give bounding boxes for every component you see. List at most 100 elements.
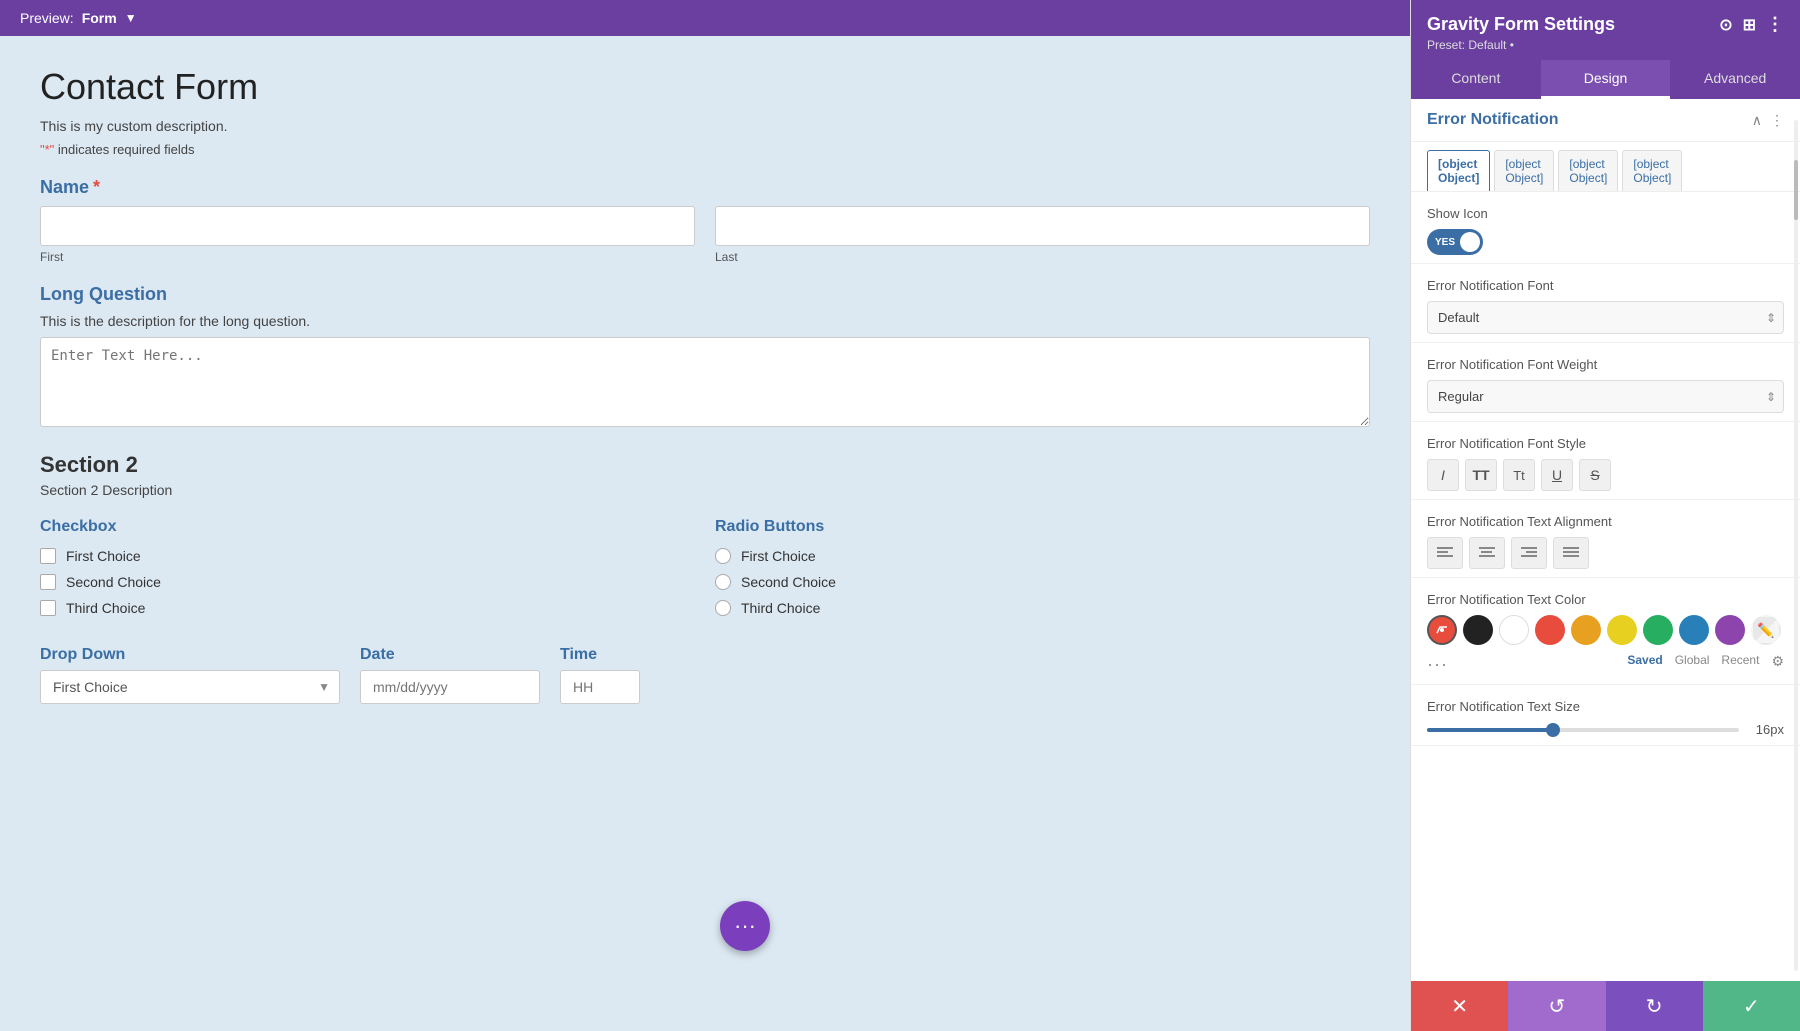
color-actions-row: ··· Saved Global Recent ⚙ bbox=[1427, 653, 1784, 676]
size-slider-thumb[interactable] bbox=[1546, 723, 1560, 737]
radio-col: Radio Buttons First Choice Second Choice… bbox=[715, 518, 1370, 626]
font-weight-select[interactable]: Regular bbox=[1427, 380, 1784, 413]
long-question-textarea[interactable] bbox=[40, 337, 1370, 427]
redo-icon: ↻ bbox=[1646, 994, 1663, 1019]
color-swatch-active[interactable] bbox=[1427, 615, 1457, 645]
text-alignment-field: Error Notification Text Alignment bbox=[1411, 500, 1800, 578]
font-style-strikethrough-btn[interactable]: S bbox=[1579, 459, 1611, 491]
settings-icon-target[interactable]: ⊙ bbox=[1719, 15, 1732, 35]
undo-button[interactable]: ↺ bbox=[1508, 981, 1605, 1031]
date-input[interactable] bbox=[360, 670, 540, 704]
toggle-wrap: YES bbox=[1427, 229, 1784, 255]
name-required-star: * bbox=[93, 177, 100, 198]
font-style-tt-btn[interactable]: TT bbox=[1465, 459, 1497, 491]
redo-button[interactable]: ↻ bbox=[1606, 981, 1703, 1031]
checkbox-choice-label-1: First Choice bbox=[66, 548, 141, 564]
color-tabs: Saved Global Recent ⚙ bbox=[1627, 653, 1784, 676]
object-tab-4[interactable]: [objectObject] bbox=[1622, 150, 1682, 191]
first-name-input[interactable] bbox=[40, 206, 695, 246]
required-star: "*" bbox=[40, 142, 54, 157]
color-tab-global[interactable]: Global bbox=[1675, 653, 1710, 670]
preview-dropdown-icon[interactable]: ▼ bbox=[125, 11, 137, 25]
error-notification-title: Error Notification bbox=[1427, 111, 1559, 129]
bottom-fields-row: Drop Down First Choice Second Choice Thi… bbox=[40, 646, 1370, 704]
color-swatch-white[interactable] bbox=[1499, 615, 1529, 645]
radio-choice-3: Third Choice bbox=[715, 600, 1370, 616]
settings-icon-more[interactable]: ⋮ bbox=[1766, 14, 1784, 35]
font-style-italic-btn[interactable]: I bbox=[1427, 459, 1459, 491]
section-collapse-icons: ∧ ⋮ bbox=[1752, 112, 1784, 129]
tab-design[interactable]: Design bbox=[1541, 60, 1671, 99]
scroll-thumb bbox=[1794, 160, 1798, 220]
color-tab-recent[interactable]: Recent bbox=[1721, 653, 1759, 670]
align-center-btn[interactable] bbox=[1469, 537, 1505, 569]
tab-advanced[interactable]: Advanced bbox=[1670, 60, 1800, 99]
object-tab-1[interactable]: [objectObject] bbox=[1427, 150, 1490, 191]
size-slider-track-wrap[interactable] bbox=[1427, 728, 1739, 732]
dropdown-wrap: First Choice Second Choice Third Choice … bbox=[40, 670, 340, 704]
align-right-btn[interactable] bbox=[1511, 537, 1547, 569]
undo-icon: ↺ bbox=[1548, 994, 1565, 1019]
color-swatch-orange[interactable] bbox=[1571, 615, 1601, 645]
color-swatch-yellow[interactable] bbox=[1607, 615, 1637, 645]
font-style-underline-btn[interactable]: U bbox=[1541, 459, 1573, 491]
color-tab-saved[interactable]: Saved bbox=[1627, 653, 1662, 670]
color-swatch-green[interactable] bbox=[1643, 615, 1673, 645]
first-name-wrap: First bbox=[40, 206, 695, 264]
checkbox-input-3[interactable] bbox=[40, 600, 56, 616]
time-input[interactable] bbox=[560, 670, 640, 704]
radio-choice-label-1: First Choice bbox=[741, 548, 816, 564]
section2-title: Section 2 bbox=[40, 452, 1370, 478]
settings-body: Error Notification ∧ ⋮ [objectObject] [o… bbox=[1411, 99, 1800, 1031]
font-style-field: Error Notification Font Style I TT Tt U … bbox=[1411, 422, 1800, 500]
checkbox-choice-label-3: Third Choice bbox=[66, 600, 145, 616]
radio-choice-label-2: Second Choice bbox=[741, 574, 836, 590]
dropdown-select[interactable]: First Choice Second Choice Third Choice bbox=[40, 670, 340, 704]
checkbox-radio-row: Checkbox First Choice Second Choice Thir… bbox=[40, 518, 1370, 626]
align-justify-btn[interactable] bbox=[1553, 537, 1589, 569]
name-input-row: First Last bbox=[40, 206, 1370, 264]
preview-label: Preview: bbox=[20, 10, 74, 26]
font-select-wrap: Default ⇕ bbox=[1427, 301, 1784, 334]
save-button[interactable]: ✓ bbox=[1703, 981, 1800, 1031]
radio-choice-2: Second Choice bbox=[715, 574, 1370, 590]
font-select[interactable]: Default bbox=[1427, 301, 1784, 334]
settings-title-row: Gravity Form Settings ⊙ ⊞ ⋮ bbox=[1427, 14, 1784, 35]
color-swatch-blue[interactable] bbox=[1679, 615, 1709, 645]
fab-button[interactable]: ··· bbox=[720, 901, 770, 951]
text-color-label: Error Notification Text Color bbox=[1427, 592, 1784, 607]
radio-input-2[interactable] bbox=[715, 574, 731, 590]
name-field-section: Name * First Last bbox=[40, 177, 1370, 264]
radio-input-3[interactable] bbox=[715, 600, 731, 616]
font-weight-label: Error Notification Font Weight bbox=[1427, 357, 1784, 372]
radio-input-1[interactable] bbox=[715, 548, 731, 564]
object-tab-2[interactable]: [objectObject] bbox=[1494, 150, 1554, 191]
text-alignment-label: Error Notification Text Alignment bbox=[1427, 514, 1784, 529]
section-more-icon[interactable]: ⋮ bbox=[1770, 112, 1784, 129]
radio-choice-1: First Choice bbox=[715, 548, 1370, 564]
cancel-button[interactable]: ✕ bbox=[1411, 981, 1508, 1031]
font-style-tt2-btn[interactable]: Tt bbox=[1503, 459, 1535, 491]
tab-content[interactable]: Content bbox=[1411, 60, 1541, 99]
object-tab-3[interactable]: [objectObject] bbox=[1558, 150, 1618, 191]
checkbox-input-2[interactable] bbox=[40, 574, 56, 590]
color-swatch-black[interactable] bbox=[1463, 615, 1493, 645]
section-collapse-icon[interactable]: ∧ bbox=[1752, 112, 1762, 129]
color-swatch-red[interactable] bbox=[1535, 615, 1565, 645]
color-palette: ✏️ bbox=[1427, 615, 1784, 645]
settings-preset: Preset: Default • bbox=[1427, 38, 1784, 52]
font-weight-field: Error Notification Font Weight Regular ⇕ bbox=[1411, 343, 1800, 422]
last-name-input[interactable] bbox=[715, 206, 1370, 246]
show-icon-toggle[interactable]: YES bbox=[1427, 229, 1483, 255]
align-left-btn[interactable] bbox=[1427, 537, 1463, 569]
checkbox-input-1[interactable] bbox=[40, 548, 56, 564]
color-swatch-purple[interactable] bbox=[1715, 615, 1745, 645]
radio-choice-label-3: Third Choice bbox=[741, 600, 820, 616]
color-settings-icon[interactable]: ⚙ bbox=[1771, 653, 1784, 670]
time-label: Time bbox=[560, 646, 640, 664]
form-title: Contact Form bbox=[40, 66, 1370, 108]
color-more-icon[interactable]: ··· bbox=[1427, 654, 1448, 675]
settings-icon-grid[interactable]: ⊞ bbox=[1743, 15, 1756, 35]
color-swatch-pencil[interactable]: ✏️ bbox=[1751, 615, 1781, 645]
checkbox-choice-3: Third Choice bbox=[40, 600, 695, 616]
